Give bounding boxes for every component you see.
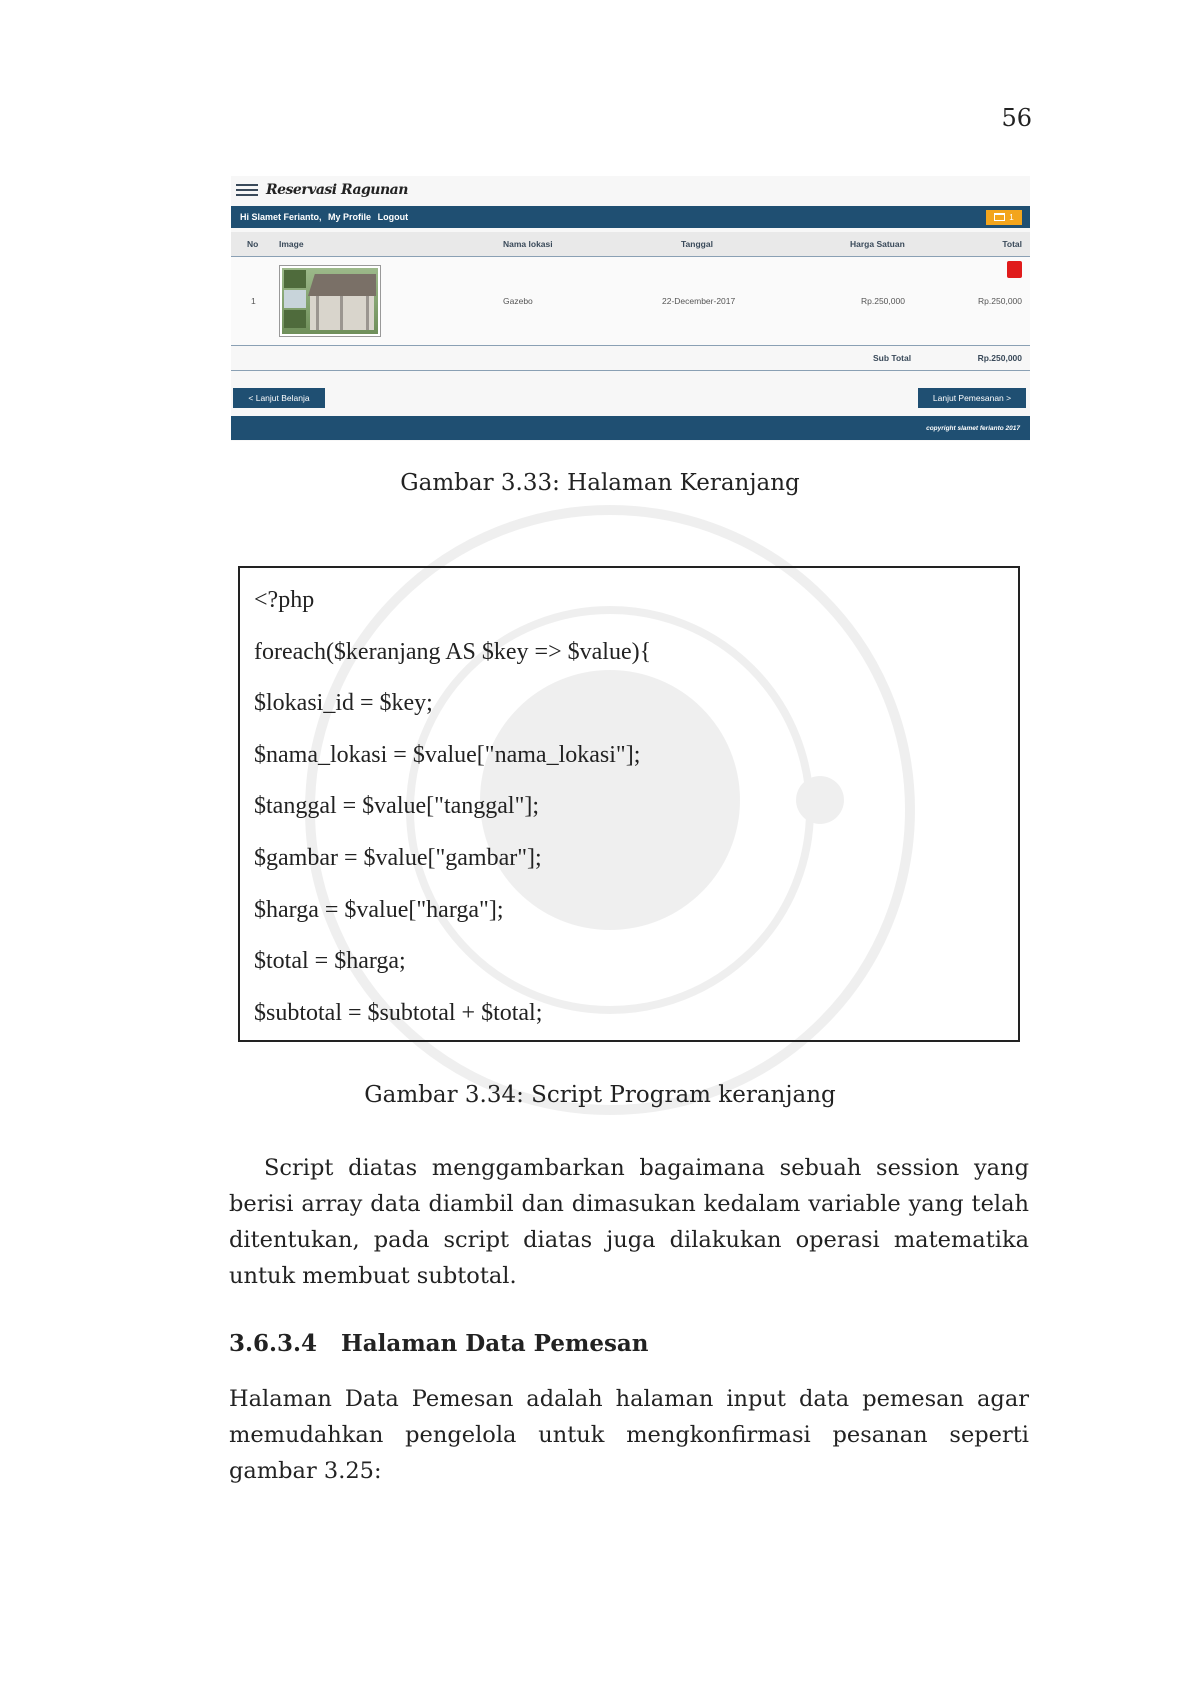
code-line: <?php: [254, 587, 315, 613]
cart-count: 1: [1009, 212, 1014, 222]
gazebo-thumbnail: [279, 265, 381, 337]
code-line: $lokasi_id = $key;: [254, 690, 433, 717]
code-line: foreach($keranjang AS $key => $value){: [254, 638, 652, 665]
row-location: Gazebo: [503, 296, 533, 306]
code-line: $gambar = $value["gambar"];: [254, 844, 542, 871]
header-unit-price: Harga Satuan: [850, 239, 905, 249]
menu-icon[interactable]: [236, 181, 258, 199]
code-listing: <?php foreach($keranjang AS $key => $val…: [238, 566, 1020, 1042]
user-bar: Hi Slamet Ferianto, My Profile Logout 1: [231, 206, 1030, 228]
code-line: $tanggal = $value["tanggal"];: [254, 793, 540, 820]
code-line: $nama_lokasi = $value["nama_lokasi"];: [254, 741, 641, 768]
body-paragraph: Halaman Data Pemesan adalah halaman inpu…: [229, 1386, 1029, 1484]
continue-order-button[interactable]: Lanjut Pemesanan >: [918, 388, 1026, 408]
cart-page-screenshot: Reservasi Ragunan Hi Slamet Ferianto, My…: [231, 176, 1030, 441]
my-profile-link[interactable]: My Profile: [328, 212, 371, 222]
row-unit-price: Rp.250,000: [861, 296, 905, 306]
section-heading: 3.6.3.4 Halaman Data Pemesan: [229, 1330, 649, 1357]
subtotal-row: Sub Total Rp.250,000: [231, 346, 1030, 371]
header-date: Tanggal: [681, 239, 713, 249]
continue-shopping-button[interactable]: < Lanjut Belanja: [233, 388, 325, 408]
table-row: 1 Gazebo 22-December-2017 Rp.250,000 Rp.…: [231, 257, 1030, 346]
subtotal-label: Sub Total: [873, 353, 912, 363]
code-line: $total = $harga;: [254, 948, 406, 975]
code-line: $subtotal = $subtotal + $total;: [254, 999, 543, 1026]
app-title: Reservasi Ragunan: [266, 182, 408, 198]
header-total: Total: [1002, 239, 1022, 249]
header-image: Image: [279, 239, 304, 249]
row-total: Rp.250,000: [978, 296, 1022, 306]
figure-caption-3-33: Gambar 3.33: Halaman Keranjang: [400, 470, 800, 496]
section-number: 3.6.3.4: [229, 1330, 318, 1357]
cart-button[interactable]: 1: [986, 209, 1022, 225]
figure-caption-3-34: Gambar 3.34: Script Program keranjang: [364, 1082, 836, 1108]
page-number: 56: [1001, 104, 1032, 132]
row-no: 1: [251, 296, 256, 306]
code-line: $harga = $value["harga"];: [254, 896, 504, 923]
row-date: 22-December-2017: [662, 296, 736, 306]
header-no: No: [247, 239, 259, 249]
cart-icon: [994, 213, 1006, 221]
subtotal-value: Rp.250,000: [977, 353, 1022, 363]
logout-link[interactable]: Logout: [378, 212, 409, 222]
cart-table-header: No Image Nama lokasi Tanggal Harga Satua…: [231, 232, 1030, 257]
section-title: Halaman Data Pemesan: [341, 1330, 649, 1357]
app-title-bar: Reservasi Ragunan: [231, 176, 1030, 204]
footer-copyright: copyright slamet ferianto 2017: [231, 416, 1030, 440]
user-greeting: Hi Slamet Ferianto,: [240, 212, 322, 222]
header-location: Nama lokasi: [503, 239, 553, 249]
delete-item-button[interactable]: [1007, 261, 1022, 278]
body-paragraph: Script diatas menggambarkan bagaimana se…: [229, 1155, 1029, 1289]
